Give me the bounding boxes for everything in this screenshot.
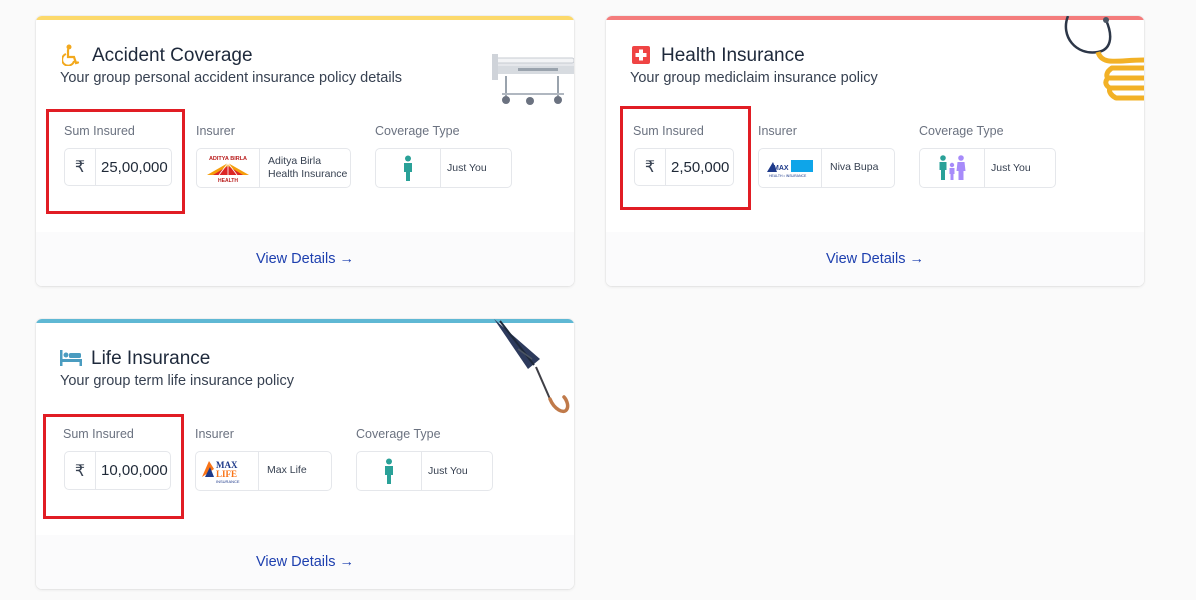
insurer-box: MAX HEALTH • INSURANCE Niva Bupa [758, 148, 895, 188]
svg-text:INSURANCE: INSURANCE [216, 479, 240, 484]
coverage-type-label: Coverage Type [356, 427, 441, 441]
highlight-box [620, 106, 751, 210]
insurer-box: MAX LIFE INSURANCE Max Life [195, 451, 332, 491]
coverage-type-label: Coverage Type [375, 124, 460, 138]
coverage-type-value: Just You [991, 162, 1031, 174]
insurer-name: Aditya Birla Health Insurance [268, 154, 348, 181]
aditya-birla-logo-icon: ADITYA BIRLA HEALTH [197, 149, 260, 187]
max-life-logo-icon: MAX LIFE INSURANCE [196, 452, 259, 490]
coverage-type-box: Just You [375, 148, 512, 188]
highlight-box [46, 109, 185, 214]
view-details-link[interactable]: View Details → [256, 251, 354, 267]
coverage-type-box: Just You [356, 451, 493, 491]
insurer-label: Insurer [758, 124, 797, 138]
svg-text:ADITYA BIRLA: ADITYA BIRLA [209, 156, 247, 162]
card-footer: View Details → [36, 535, 574, 589]
bed-icon [60, 350, 82, 366]
hospital-bed-illustration [492, 54, 574, 105]
wheelchair-icon [62, 44, 80, 66]
coverage-type-value: Just You [428, 465, 468, 477]
coverage-type-box: Just You [919, 148, 1056, 188]
family-icon [920, 149, 985, 187]
insurer-label: Insurer [195, 427, 234, 441]
card-accent-bar [36, 16, 574, 20]
medical-cross-icon [632, 46, 650, 64]
person-icon [376, 149, 441, 187]
insurer-label: Insurer [196, 124, 235, 138]
highlight-box [43, 414, 184, 519]
svg-text:MAX: MAX [773, 165, 789, 172]
stethoscope-illustration [1064, 16, 1144, 101]
svg-text:HEALTH: HEALTH [218, 178, 238, 183]
svg-text:HEALTH • INSURANCE: HEALTH • INSURANCE [769, 174, 807, 178]
view-details-link[interactable]: View Details → [256, 554, 354, 570]
niva-bupa-logo-icon: MAX HEALTH • INSURANCE [759, 149, 822, 187]
card-footer: View Details → [606, 232, 1144, 286]
svg-text:LIFE: LIFE [216, 469, 237, 479]
card-title: Health Insurance [661, 45, 805, 66]
card-subtitle: Your group term life insurance policy [60, 373, 295, 389]
insurer-name: Niva Bupa [830, 161, 879, 174]
card-title: Life Insurance [91, 348, 211, 369]
insurer-name: Max Life [267, 464, 307, 477]
card-title: Accident Coverage [92, 45, 253, 66]
insurer-box: ADITYA BIRLA HEALTH Aditya Birla Health … [196, 148, 351, 188]
card-subtitle: Your group personal accident insurance p… [60, 70, 403, 86]
umbrella-illustration [494, 319, 570, 414]
coverage-type-value: Just You [447, 162, 487, 174]
card-footer: View Details → [36, 232, 574, 286]
coverage-type-label: Coverage Type [919, 124, 1004, 138]
person-icon [357, 452, 422, 490]
view-details-link[interactable]: View Details → [826, 251, 924, 267]
card-subtitle: Your group mediclaim insurance policy [630, 70, 878, 86]
